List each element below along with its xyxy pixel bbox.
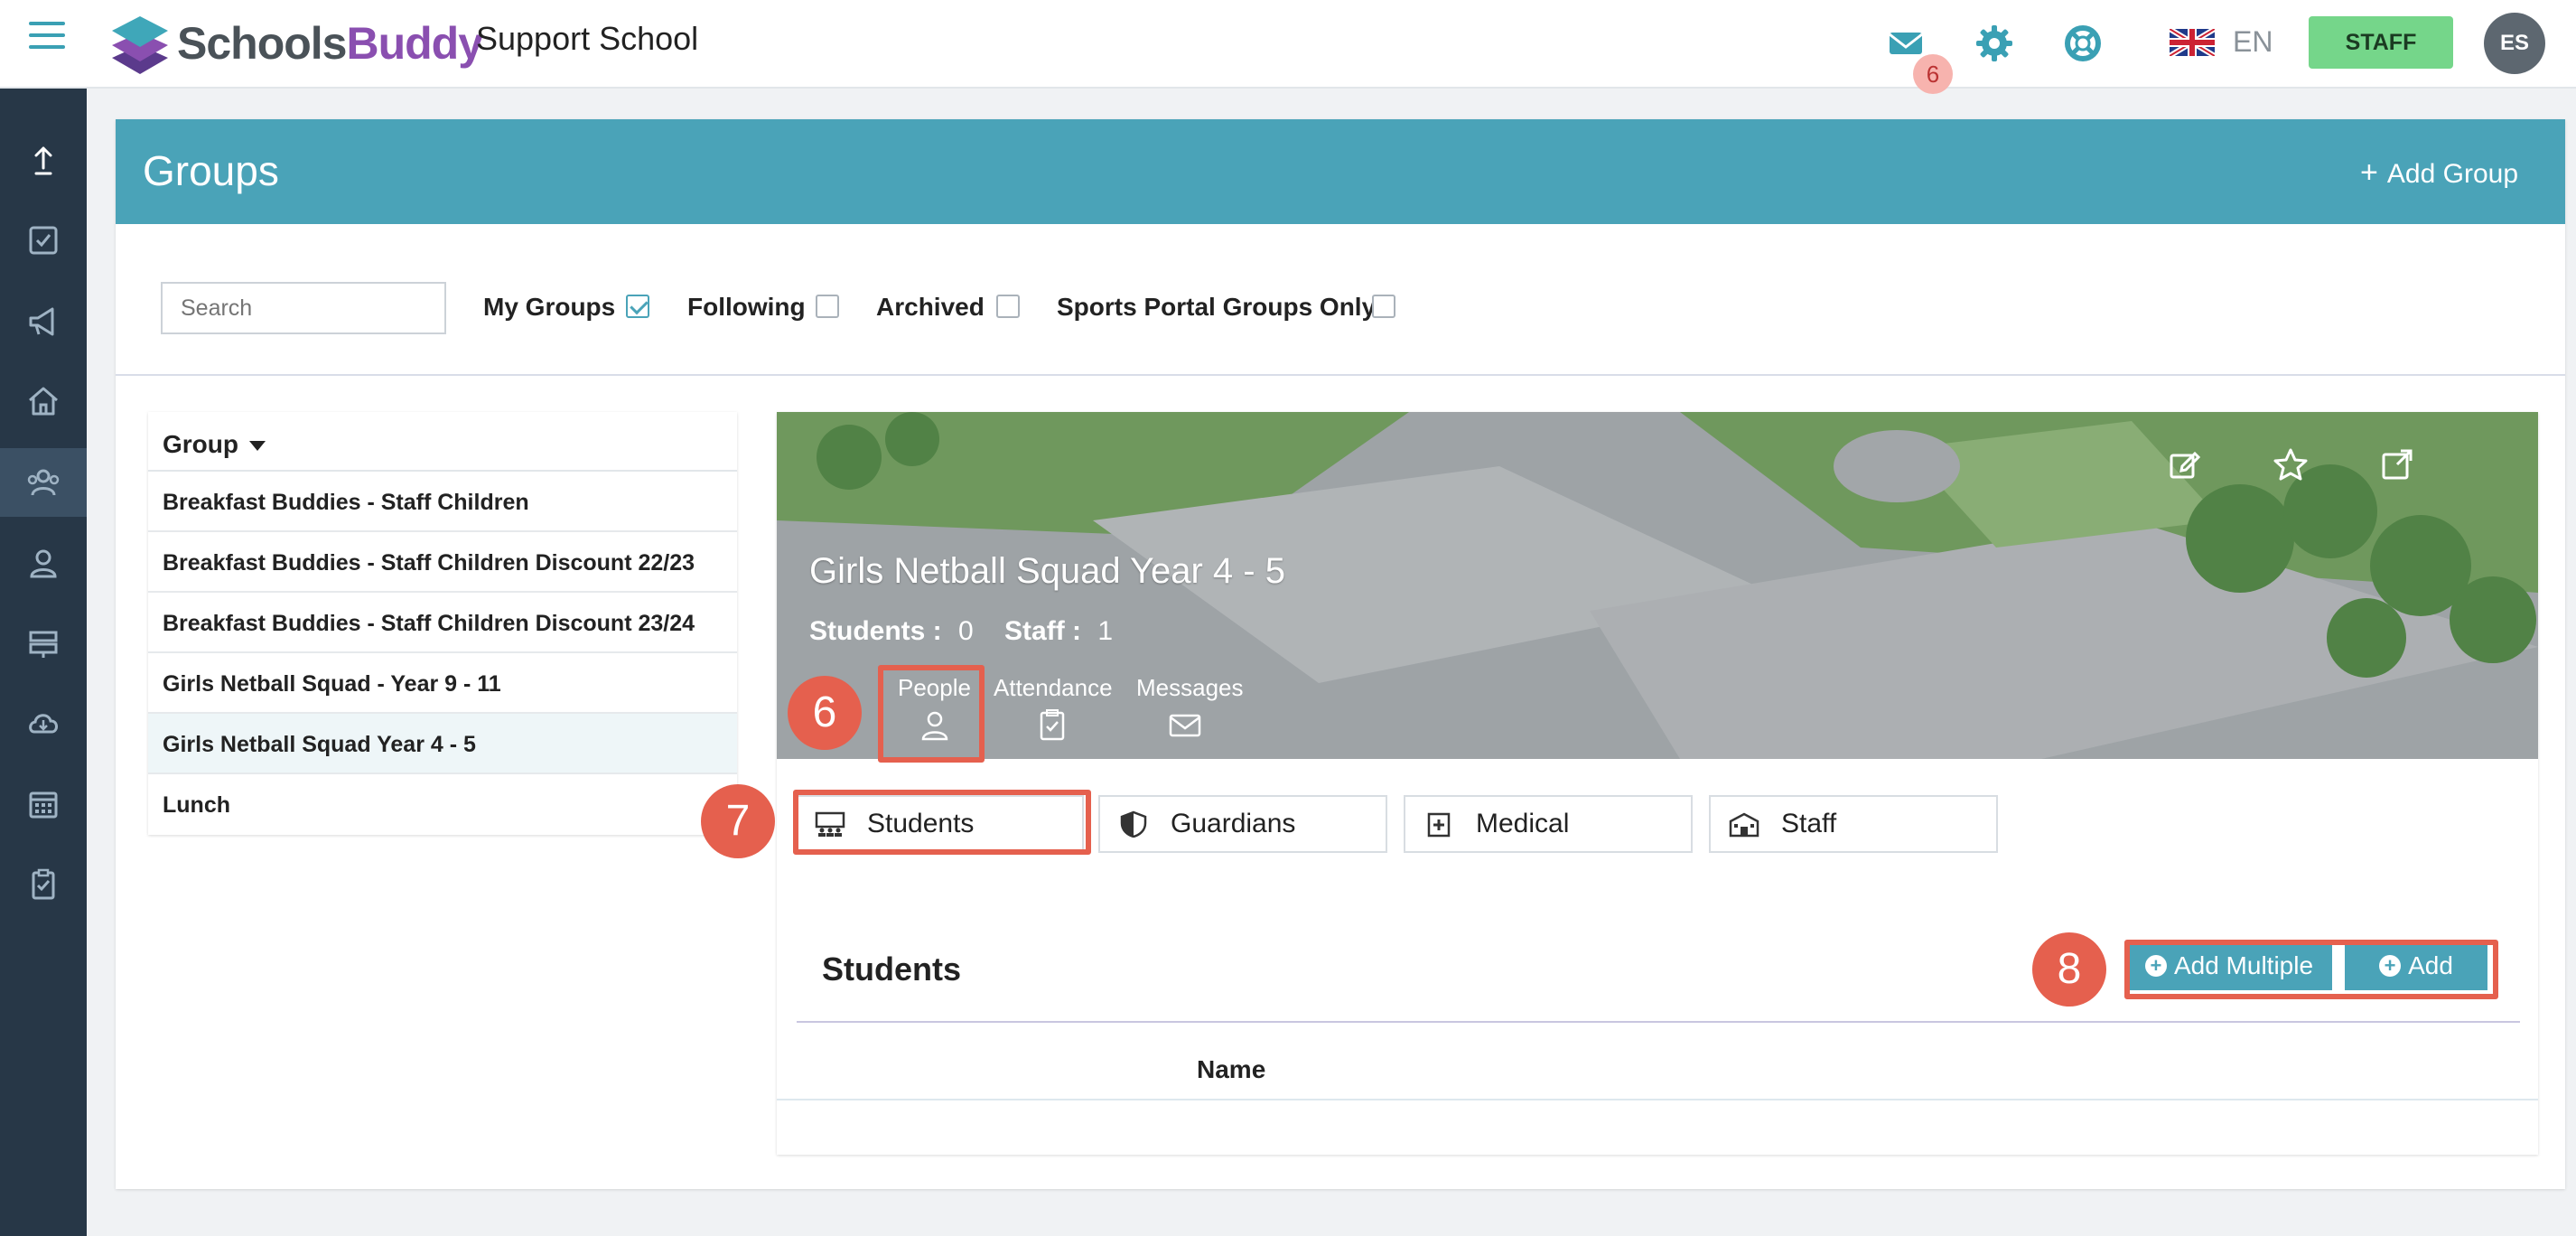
add-group-button[interactable]: + Add Group <box>2360 155 2518 191</box>
step8-highlight-box <box>2124 940 2498 999</box>
cloud-download-icon[interactable] <box>0 688 87 757</box>
person-icon[interactable] <box>0 529 87 598</box>
shield-icon <box>1120 810 1147 838</box>
group-column-header[interactable]: Group <box>148 412 737 472</box>
subtab-guardians[interactable]: Guardians <box>1098 795 1387 853</box>
member-counts: Students : 0 Staff : 1 <box>809 616 1113 647</box>
students-count-label: Students : <box>809 616 942 646</box>
group-row[interactable]: Breakfast Buddies - Staff Children Disco… <box>148 593 737 653</box>
page-title: Groups <box>143 147 279 194</box>
table-header-divider <box>777 1099 2538 1100</box>
group-row[interactable]: Lunch <box>148 774 737 835</box>
gear-icon[interactable] <box>1974 23 2014 63</box>
sports-only-checkbox[interactable] <box>1372 295 1395 318</box>
home-icon[interactable] <box>0 367 87 435</box>
group-row-selected[interactable]: Girls Netball Squad Year 4 - 5 <box>148 714 737 774</box>
school-name: Support School <box>476 20 699 57</box>
tab-attendance[interactable]: Attendance <box>994 674 1113 702</box>
messages-tab-icon <box>1169 714 1201 742</box>
staff-role-button[interactable]: STAFF <box>2309 16 2453 69</box>
search-input[interactable] <box>161 282 446 334</box>
mail-icon[interactable] <box>1886 23 1926 63</box>
subtab-guardians-label: Guardians <box>1171 809 1296 838</box>
staff-count-value: 1 <box>1097 616 1114 646</box>
group-name-title: Girls Netball Squad Year 4 - 5 <box>809 551 1285 591</box>
subtab-medical[interactable]: Medical <box>1404 795 1693 853</box>
sort-caret-icon <box>249 441 266 452</box>
step6-highlight-box <box>878 665 985 763</box>
name-column-header[interactable]: Name <box>1197 1055 1265 1084</box>
my-groups-label: My Groups <box>483 293 616 321</box>
megaphone-icon[interactable] <box>0 287 87 356</box>
medical-icon <box>1427 812 1451 838</box>
subtab-staff-label: Staff <box>1781 809 1837 838</box>
group-list: Group Breakfast Buddies - Staff Children… <box>148 412 737 835</box>
step7-marker: 7 <box>701 784 775 858</box>
group-row[interactable]: Breakfast Buddies - Staff Children Disco… <box>148 532 737 593</box>
students-count-value: 0 <box>958 616 974 646</box>
subtab-medical-label: Medical <box>1476 809 1570 838</box>
archived-label: Archived <box>876 293 985 321</box>
signpost-icon[interactable] <box>0 609 87 678</box>
following-label: Following <box>687 293 806 321</box>
calendar-icon[interactable] <box>0 770 87 838</box>
clipboard-icon[interactable] <box>0 849 87 918</box>
group-header-label: Group <box>163 430 238 458</box>
logo[interactable]: SchoolsBuddy <box>110 9 483 78</box>
tab-messages[interactable]: Messages <box>1136 674 1244 702</box>
group-detail-panel: Girls Netball Squad Year 4 - 5 Students … <box>777 412 2538 1155</box>
attendance-tab-icon <box>1039 708 1066 745</box>
school-building-icon <box>1729 812 1759 838</box>
avatar[interactable]: ES <box>2484 13 2545 74</box>
uk-flag-icon[interactable] <box>2168 26 2217 59</box>
logo-text-buddy: Buddy <box>346 18 483 69</box>
group-row[interactable]: Breakfast Buddies - Staff Children <box>148 472 737 532</box>
top-bar: SchoolsBuddy Support School 6 EN STAFF E… <box>0 0 2576 94</box>
step8-marker: 8 <box>2032 932 2106 1007</box>
logo-text-schools: Schools <box>177 18 347 69</box>
group-banner: Girls Netball Squad Year 4 - 5 Students … <box>777 412 2538 759</box>
share-icon[interactable] <box>0 126 87 195</box>
plus-icon: + <box>2360 155 2378 190</box>
following-checkbox[interactable] <box>816 295 839 318</box>
step6-marker: 6 <box>788 676 862 750</box>
section-title: Students <box>822 950 962 988</box>
subtab-staff[interactable]: Staff <box>1709 795 1998 853</box>
archived-checkbox[interactable] <box>996 295 1020 318</box>
lifebuoy-icon[interactable] <box>2063 23 2103 63</box>
language-selector[interactable]: EN <box>2233 25 2273 59</box>
star-icon[interactable] <box>2273 446 2309 482</box>
staff-count-label: Staff : <box>1004 616 1082 646</box>
logo-mark-icon <box>110 9 170 78</box>
groups-icon[interactable] <box>0 448 87 517</box>
group-row[interactable]: Girls Netball Squad - Year 9 - 11 <box>148 653 737 714</box>
checklist-icon[interactable] <box>0 206 87 275</box>
menu-icon[interactable] <box>29 22 65 54</box>
sidebar <box>0 89 87 1236</box>
groups-header: Groups + Add Group <box>116 119 2565 224</box>
step7-highlight-box <box>793 790 1091 855</box>
mail-count-badge: 6 <box>1913 54 1953 94</box>
add-group-label: Add Group <box>2386 159 2518 189</box>
my-groups-checkbox[interactable] <box>626 295 649 318</box>
external-link-icon[interactable] <box>2379 446 2415 482</box>
sports-only-label: Sports Portal Groups Only <box>1057 293 1377 321</box>
section-divider <box>797 1021 2520 1023</box>
edit-icon[interactable] <box>2166 446 2202 482</box>
